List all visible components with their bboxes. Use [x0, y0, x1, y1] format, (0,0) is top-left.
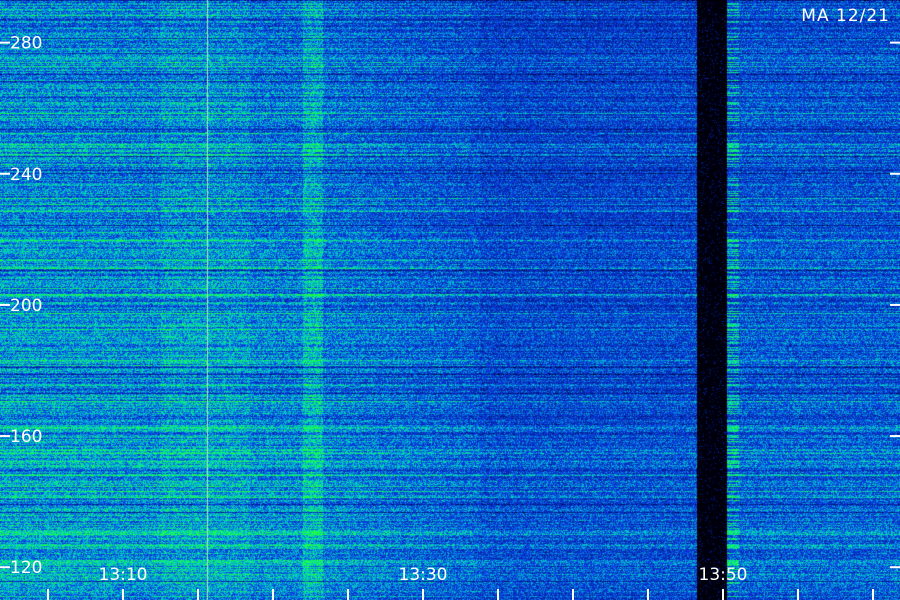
- station-date-label: MA 12/21: [801, 6, 890, 26]
- axis-overlay: 280 240 200 160 120 13:10 13:30 13:50: [0, 34, 900, 600]
- y-tick-label: 200: [10, 296, 42, 316]
- x-tick-label: 13:50: [699, 565, 748, 585]
- y-tick-label: 280: [10, 34, 42, 54]
- y-tick-label: 240: [10, 165, 42, 185]
- y-axis: 280 240 200 160 120: [0, 34, 900, 578]
- y-tick-label: 160: [10, 427, 42, 447]
- x-axis: 13:10 13:30 13:50: [47, 565, 874, 600]
- y-tick-label: 120: [10, 558, 42, 578]
- x-tick-label: 13:10: [99, 565, 148, 585]
- spectrogram-plot: 280 240 200 160 120 13:10 13:30 13:50 MA 12/21: [0, 0, 900, 600]
- x-tick-label: 13:30: [399, 565, 448, 585]
